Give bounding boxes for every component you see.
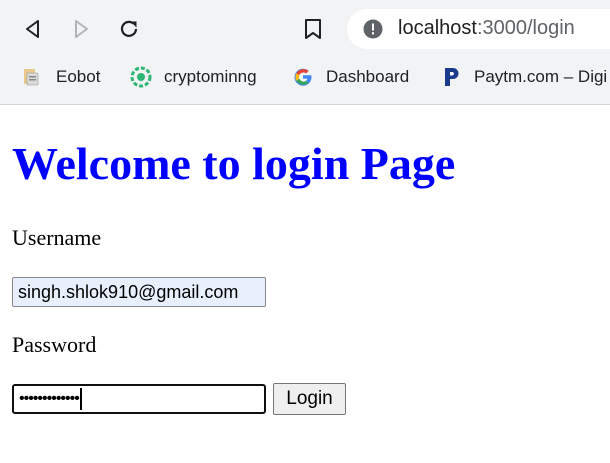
url-path: :3000/login xyxy=(476,17,575,39)
login-button[interactable]: Login xyxy=(273,383,346,415)
username-input[interactable]: singh.shlok910@gmail.com xyxy=(12,277,266,307)
bookmark-dashboard[interactable]: Dashboard xyxy=(292,58,409,96)
username-value: singh.shlok910@gmail.com xyxy=(18,281,239,302)
back-button[interactable] xyxy=(17,13,49,45)
page-title: Welcome to login Page xyxy=(12,138,456,189)
bookmark-label: Paytm.com – Digi xyxy=(474,67,608,86)
cryptominng-icon xyxy=(130,66,152,88)
bookmark-icon xyxy=(305,19,321,39)
reload-button[interactable] xyxy=(113,13,145,45)
url-host: localhost xyxy=(398,17,477,39)
password-input[interactable]: ••••••••••••• xyxy=(12,384,266,414)
site-info-icon[interactable] xyxy=(363,19,383,39)
bookmark-cryptominng[interactable]: cryptominng xyxy=(130,58,257,96)
bookmark-page-button[interactable] xyxy=(297,13,329,45)
forward-arrow-icon xyxy=(75,20,88,38)
password-label: Password xyxy=(12,332,97,357)
text-cursor xyxy=(79,388,82,410)
back-arrow-icon xyxy=(26,20,39,38)
bookmark-label: Dashboard xyxy=(326,67,410,86)
password-mask: ••••••••••••• xyxy=(19,390,80,407)
bookmarks-bar: Eobot cryptominng Dashboard Paytm.com – … xyxy=(0,58,610,105)
eobot-icon xyxy=(22,66,44,88)
address-url[interactable]: localhost:3000/login xyxy=(398,17,575,40)
bookmark-label: Eobot xyxy=(56,67,101,86)
forward-button[interactable] xyxy=(65,13,97,45)
login-page: Welcome to login Page Username singh.shl… xyxy=(0,105,610,463)
paytm-icon xyxy=(440,66,462,88)
browser-toolbar: localhost:3000/login xyxy=(0,0,610,58)
google-icon xyxy=(292,66,314,88)
bookmark-eobot[interactable]: Eobot xyxy=(22,58,100,96)
reload-icon xyxy=(120,20,138,37)
bookmark-paytm[interactable]: Paytm.com – Digi xyxy=(440,58,607,96)
bookmark-label: cryptominng xyxy=(164,67,257,86)
address-bar[interactable]: localhost:3000/login xyxy=(347,9,610,49)
username-label: Username xyxy=(12,225,102,250)
